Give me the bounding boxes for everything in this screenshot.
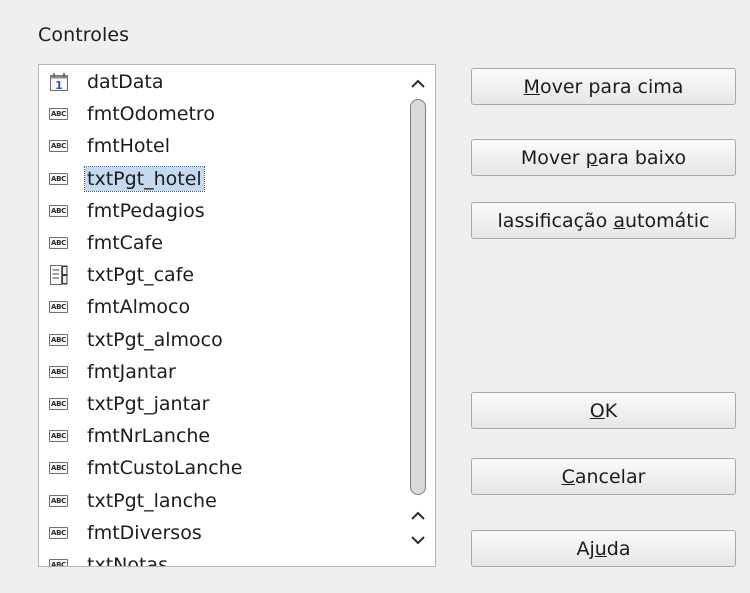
- controls-listbox[interactable]: 1 datData ABC fmtOdometro ABC fmtHotel ABC txtP…: [38, 64, 436, 567]
- list-item-label: txtPgt_jantar: [87, 393, 210, 415]
- list-item-label: txtNotas: [87, 554, 168, 566]
- button-label: lassificação automátic: [497, 209, 710, 232]
- numeric-field-icon: [48, 265, 69, 286]
- mnemonic-char: a: [613, 209, 625, 232]
- mnemonic-char: C: [561, 465, 575, 488]
- date-field-icon: 1: [48, 72, 69, 92]
- mnemonic-char: O: [589, 399, 605, 422]
- list-item[interactable]: 1 datData: [39, 66, 403, 98]
- chevron-down-icon[interactable]: [401, 527, 435, 553]
- formatted-field-icon: ABC: [49, 237, 68, 249]
- formatted-field-icon: ABC: [49, 430, 68, 443]
- move-up-button[interactable]: Mover para cima: [471, 68, 736, 105]
- list-item-label: txtPgt_almoco: [87, 328, 223, 351]
- mnemonic-char: p: [585, 146, 598, 169]
- list-item[interactable]: ABC txtPgt_almoco: [39, 324, 403, 356]
- list-item-label: fmtDiversos: [87, 521, 202, 544]
- chevron-up-icon[interactable]: [401, 71, 435, 97]
- list-item[interactable]: ABC txtNotas: [39, 549, 403, 566]
- formatted-field-icon: ABC: [48, 555, 69, 566]
- formatted-field-icon: ABC: [49, 398, 68, 410]
- list-item-label: fmtCafe: [87, 232, 163, 254]
- list-item[interactable]: ABC fmtDiversos: [39, 517, 403, 549]
- help-button[interactable]: Ajuda: [471, 530, 736, 567]
- list-item-label: fmtOdometro: [87, 103, 215, 126]
- scroll-up-lower-icon[interactable]: [401, 503, 435, 529]
- ok-button[interactable]: OK: [471, 392, 736, 429]
- cancel-button[interactable]: Cancelar: [471, 458, 736, 495]
- list-item[interactable]: ABC fmtHotel: [39, 130, 403, 162]
- formatted-field-icon: ABC: [49, 204, 68, 217]
- mnemonic-char: u: [594, 537, 607, 560]
- list-item-label: datData: [87, 71, 164, 93]
- list-item[interactable]: ABC fmtOdometro: [39, 98, 403, 130]
- list-item-label: fmtCustoLanche: [87, 457, 243, 480]
- list-item-label: txtPgt_hotel: [84, 165, 205, 192]
- move-down-button[interactable]: Mover para baixo: [471, 139, 736, 176]
- mnemonic-char: M: [523, 75, 540, 98]
- button-label: Mover para cima: [523, 75, 684, 98]
- formatted-field-icon: ABC: [49, 172, 68, 185]
- formatted-field-icon: ABC: [49, 494, 68, 507]
- formatted-field-icon: ABC: [49, 108, 68, 121]
- formatted-field-icon: ABC: [49, 365, 68, 378]
- svg-text:1: 1: [55, 79, 63, 92]
- button-label: Ajuda: [576, 537, 631, 560]
- list-item[interactable]: ABC fmtCustoLanche: [39, 452, 403, 484]
- auto-sort-button[interactable]: lassificação automátic: [471, 202, 736, 239]
- list-item-label: txtPgt_lanche: [87, 489, 217, 512]
- list-item-label: fmtPedagios: [87, 199, 205, 222]
- button-label: Cancelar: [561, 465, 646, 488]
- list-item-label: fmtJantar: [87, 360, 176, 383]
- list-item[interactable]: ABC fmtAlmoco: [39, 291, 403, 323]
- list-item[interactable]: ABC fmtCafe: [39, 227, 403, 259]
- formatted-field-icon: ABC: [49, 333, 68, 346]
- controls-group-label: Controles: [38, 24, 130, 46]
- list-item[interactable]: txtPgt_cafe: [39, 259, 403, 291]
- list-item[interactable]: ABC txtPgt_lanche: [39, 485, 403, 517]
- vertical-scrollbar[interactable]: [401, 65, 435, 566]
- button-label: OK: [589, 399, 618, 422]
- button-label: Mover para baixo: [520, 146, 687, 169]
- formatted-field-icon: ABC: [49, 462, 68, 475]
- formatted-field-icon: ABC: [49, 140, 68, 153]
- formatted-field-icon: ABC: [49, 526, 68, 539]
- list-item-label: txtPgt_cafe: [87, 264, 195, 287]
- mnemonic-char: n: [63, 24, 76, 46]
- list-item[interactable]: ABC txtPgt_hotel: [39, 163, 403, 195]
- scrollbar-thumb[interactable]: [410, 99, 426, 495]
- list-item-label: fmtHotel: [87, 135, 170, 158]
- controls-list: 1 datData ABC fmtOdometro ABC fmtHotel ABC txtP…: [39, 65, 403, 566]
- formatted-field-icon: ABC: [49, 301, 68, 314]
- list-item-label: fmtAlmoco: [87, 296, 191, 319]
- list-item-label: fmtNrLanche: [87, 425, 211, 448]
- list-item[interactable]: ABC fmtJantar: [39, 356, 403, 388]
- list-item[interactable]: ABC txtPgt_jantar: [39, 388, 403, 420]
- list-item[interactable]: ABC fmtPedagios: [39, 195, 403, 227]
- list-item[interactable]: ABC fmtNrLanche: [39, 420, 403, 452]
